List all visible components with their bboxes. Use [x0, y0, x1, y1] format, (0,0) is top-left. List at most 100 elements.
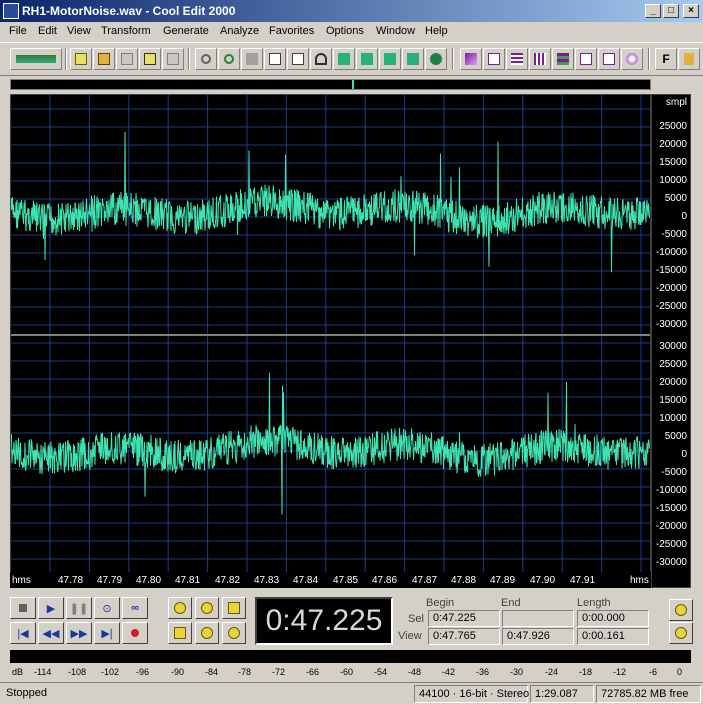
paste-new-button[interactable] — [356, 48, 378, 70]
toolbar-separator — [452, 48, 454, 70]
undo-button[interactable] — [195, 48, 217, 70]
time-tick: 47.79 — [97, 575, 123, 586]
view-length-field[interactable]: 0:00.161 — [577, 628, 649, 645]
ruler-tick: 0 — [681, 449, 687, 460]
scroll-sync-button[interactable] — [506, 48, 528, 70]
menu-view[interactable]: View — [67, 25, 91, 37]
ruler-tick: -5000 — [661, 467, 687, 478]
zoom-to-left-edge-button[interactable] — [195, 622, 219, 644]
menu-help[interactable]: Help — [425, 25, 448, 37]
grid-button[interactable] — [552, 48, 574, 70]
menu-edit[interactable]: Edit — [38, 25, 57, 37]
spectral-view-button[interactable] — [460, 48, 482, 70]
toggle-waveform-multitrack-button[interactable] — [10, 48, 62, 70]
menu-generate[interactable]: Generate — [163, 25, 209, 37]
time-tick: 47.90 — [530, 575, 556, 586]
zoom-full-button[interactable] — [222, 597, 246, 619]
cd-player-icon — [626, 53, 638, 65]
paste-button[interactable] — [333, 48, 355, 70]
play-button[interactable]: ▶ — [38, 597, 64, 619]
ruler-tick: 25000 — [659, 121, 687, 132]
zoom-out-horizontal-button[interactable] — [195, 597, 219, 619]
time-tick: 47.82 — [215, 575, 241, 586]
menu-transform[interactable]: Transform — [101, 25, 151, 37]
mix-paste-new-icon — [407, 53, 419, 65]
zoom-in-vertical-button[interactable] — [669, 622, 693, 644]
current-time-display: 0:47.225 — [255, 597, 393, 645]
rewind-button[interactable]: ◀◀ — [38, 622, 64, 644]
waveform-display[interactable] — [10, 94, 651, 588]
pause-button[interactable]: ❚❚ — [66, 597, 92, 619]
f-key-button[interactable]: F — [655, 48, 677, 70]
save-file-button[interactable] — [139, 48, 161, 70]
minimize-button[interactable]: _ — [645, 4, 661, 18]
time-tick: 47.89 — [490, 575, 516, 586]
ruler-tick: 5000 — [664, 431, 687, 442]
ruler-unit-label: smpl — [665, 97, 687, 108]
mix-paste-alt-button[interactable] — [425, 48, 447, 70]
ruler-tick: -5000 — [661, 229, 687, 240]
trim-button[interactable] — [241, 48, 263, 70]
new-file-button[interactable] — [70, 48, 92, 70]
meter-tick: -96 — [136, 667, 150, 677]
go-to-start-button[interactable]: |◀ — [10, 622, 36, 644]
ruler-tick: 20000 — [659, 139, 687, 150]
repeat-last-button[interactable] — [218, 48, 240, 70]
zoom-in-horizontal-button[interactable] — [168, 597, 192, 619]
time-tick: 47.80 — [136, 575, 162, 586]
zoom-to-right-edge-button[interactable] — [222, 622, 246, 644]
menu-file[interactable]: File — [9, 25, 27, 37]
cut-button[interactable] — [310, 48, 332, 70]
zoom-out-vertical-button[interactable] — [669, 599, 693, 621]
open-file-button[interactable] — [93, 48, 115, 70]
save-all-button[interactable] — [162, 48, 184, 70]
mix-paste-new-button[interactable] — [402, 48, 424, 70]
copy-button[interactable] — [264, 48, 286, 70]
copy-new-button[interactable] — [287, 48, 309, 70]
time-tick: 47.85 — [333, 575, 359, 586]
sel-end-field[interactable] — [502, 610, 574, 627]
title-bar[interactable]: RH1-MotorNoise.wav - Cool Edit 2000 _ □ … — [0, 0, 703, 22]
time-tick: 47.83 — [254, 575, 280, 586]
time-ruler[interactable]: hms 47.78 47.79 47.80 47.81 47.82 47.83 … — [10, 572, 651, 588]
waveform-view-button[interactable] — [483, 48, 505, 70]
fast-forward-button[interactable]: ▶▶ — [66, 622, 92, 644]
meter-tick: -24 — [545, 667, 559, 677]
waveform-canvas[interactable] — [10, 95, 650, 587]
cd-player-button[interactable] — [621, 48, 643, 70]
repeat-last-icon — [224, 54, 234, 64]
sel-begin-field[interactable]: 0:47.225 — [428, 610, 500, 627]
zoom-to-selection-button[interactable] — [168, 622, 192, 644]
snap-button[interactable] — [529, 48, 551, 70]
end-header: End — [501, 597, 521, 609]
f-key-icon: F — [662, 52, 670, 66]
overview-bar[interactable] — [10, 79, 651, 90]
menu-favorites[interactable]: Favorites — [269, 25, 314, 37]
stop-button[interactable] — [10, 597, 36, 619]
zoom-left-edge-icon — [201, 627, 213, 639]
scroll-sync-icon — [511, 53, 523, 65]
fast-forward-icon: ▶▶ — [70, 627, 88, 640]
app-icon[interactable] — [3, 3, 19, 19]
close-file-button[interactable] — [116, 48, 138, 70]
view-end-field[interactable]: 0:47.926 — [502, 628, 574, 645]
sel-length-field[interactable]: 0:00.000 — [577, 610, 649, 627]
view-begin-field[interactable]: 0:47.765 — [428, 628, 500, 645]
settings-button[interactable] — [678, 48, 700, 70]
menu-window[interactable]: Window — [376, 25, 415, 37]
loop-play-button[interactable]: ∞ — [122, 597, 148, 619]
vertical-zoom-controls — [667, 597, 695, 647]
record-button[interactable] — [122, 622, 148, 644]
menu-analyze[interactable]: Analyze — [220, 25, 259, 37]
play-to-end-button[interactable]: ⊙ — [94, 597, 120, 619]
menu-options[interactable]: Options — [326, 25, 364, 37]
mix-paste-button[interactable] — [379, 48, 401, 70]
status-free-space: 72785.82 MB free — [596, 685, 701, 703]
cue-list-button[interactable] — [598, 48, 620, 70]
overview-position-indicator[interactable] — [352, 80, 354, 89]
loop-button[interactable] — [575, 48, 597, 70]
go-to-end-button[interactable]: ▶| — [94, 622, 120, 644]
close-button[interactable]: × — [683, 4, 699, 18]
cut-icon — [315, 53, 327, 65]
maximize-button[interactable]: □ — [663, 4, 679, 18]
